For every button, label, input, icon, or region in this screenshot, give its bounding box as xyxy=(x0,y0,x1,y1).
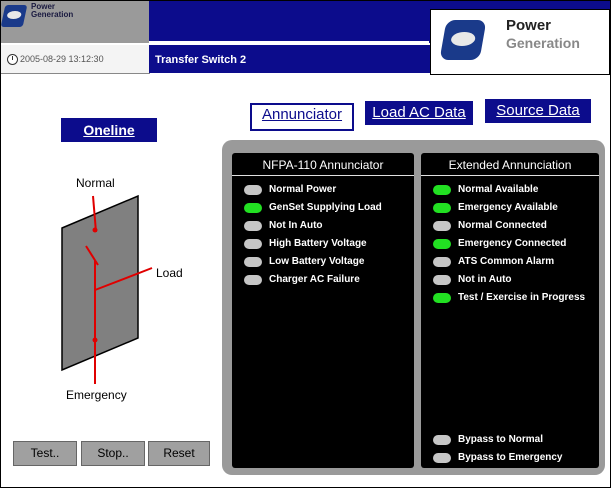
oneline-button-label: Oneline xyxy=(83,122,135,138)
status-led xyxy=(433,275,451,285)
indicator-label: GenSet Supplying Load xyxy=(269,202,382,213)
indicator-label: Not In Auto xyxy=(269,220,323,231)
tab-annunciator-label: Annunciator xyxy=(261,106,343,123)
title-bar: Transfer Switch 2 xyxy=(149,45,430,73)
tab-source-data-label: Source Data xyxy=(496,102,580,119)
status-led xyxy=(244,239,262,249)
status-led xyxy=(433,203,451,213)
status-led xyxy=(244,203,262,213)
indicator-label: Test / Exercise in Progress xyxy=(458,292,586,303)
timestamp: 2005-08-29 13:12:30 xyxy=(20,54,104,64)
extended-annunciation-column: Extended Annunciation Normal Available E… xyxy=(421,153,599,468)
normal-contact xyxy=(92,227,98,233)
status-led xyxy=(244,275,262,285)
timestamp-box: 2005-08-29 13:12:30 xyxy=(1,45,150,74)
indicator-label: Normal Power xyxy=(269,184,337,195)
page-title: Transfer Switch 2 xyxy=(155,54,247,66)
tab-load-ac-data[interactable]: Load AC Data xyxy=(365,101,473,125)
nfpa-title: NFPA-110 Annunciator xyxy=(262,158,384,172)
column-divider xyxy=(421,175,599,176)
cummins-logo-icon xyxy=(0,5,28,27)
brand-line2: Generation xyxy=(506,35,580,51)
indicator-label: Charger AC Failure xyxy=(269,274,360,285)
indicator-label: ATS Common Alarm xyxy=(458,256,555,267)
status-led xyxy=(433,239,451,249)
indicator-label: High Battery Voltage xyxy=(269,238,367,249)
test-button[interactable]: Test.. xyxy=(13,441,77,466)
extended-title: Extended Annunciation xyxy=(448,158,572,172)
transfer-switch-diagram xyxy=(61,194,153,384)
tab-source-data[interactable]: Source Data xyxy=(485,99,591,123)
clock-icon xyxy=(7,54,18,65)
indicator-label: Emergency Connected xyxy=(458,238,567,249)
indicator-label: Normal Connected xyxy=(458,220,547,231)
status-led xyxy=(433,221,451,231)
stop-button[interactable]: Stop.. xyxy=(81,441,145,466)
status-led xyxy=(244,257,262,267)
annunciator-panel: NFPA-110 Annunciator Normal Power GenSet… xyxy=(222,140,605,475)
brand-logo: Power Generation xyxy=(430,9,610,75)
indicator-label: Bypass to Emergency xyxy=(458,452,563,463)
indicator-label: Bypass to Normal xyxy=(458,434,544,445)
indicator-label: Not in Auto xyxy=(458,274,512,285)
status-led xyxy=(433,257,451,267)
small-logo-line2: Generation xyxy=(31,10,74,19)
switch-housing xyxy=(61,194,139,372)
oneline-button[interactable]: Oneline xyxy=(61,118,157,142)
cummins-logo-icon xyxy=(439,20,487,60)
header-rule xyxy=(149,41,429,43)
status-led xyxy=(244,185,262,195)
indicator-label: Emergency Available xyxy=(458,202,558,213)
indicator-label: Low Battery Voltage xyxy=(269,256,365,267)
indicator-label: Normal Available xyxy=(458,184,539,195)
status-led xyxy=(433,435,451,445)
status-led xyxy=(433,293,451,303)
tab-annunciator[interactable]: Annunciator xyxy=(250,103,354,131)
tab-load-ac-data-label: Load AC Data xyxy=(372,104,466,121)
nfpa-annunciator-column: NFPA-110 Annunciator Normal Power GenSet… xyxy=(232,153,414,468)
brand-line1: Power xyxy=(506,17,552,34)
reset-button[interactable]: Reset xyxy=(148,441,210,466)
status-led xyxy=(244,221,262,231)
column-divider xyxy=(232,175,414,176)
status-led xyxy=(433,185,451,195)
small-brand-logo: Power Generation xyxy=(0,1,149,43)
status-led xyxy=(433,453,451,463)
